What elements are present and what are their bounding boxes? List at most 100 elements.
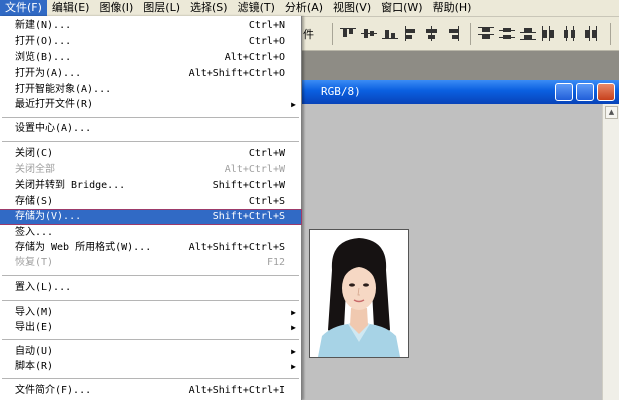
file-menu-dropdown: 新建(N)... Ctrl+N 打开(O)... Ctrl+O 浏览(B)...… (0, 16, 302, 400)
portrait-photo (309, 229, 409, 358)
menu-item-open-recent[interactable]: 最近打开文件(R) ▶ (0, 99, 301, 111)
menu-view[interactable]: 视图(V) (328, 0, 376, 16)
menu-item-label: 关闭全部 (15, 164, 55, 175)
menu-separator (2, 378, 299, 379)
distribute-bottom-icon[interactable] (520, 26, 536, 41)
menu-item-close-and-go-to-bridge[interactable]: 关闭并转到 Bridge... Shift+Ctrl+W (0, 180, 301, 192)
submenu-arrow-icon: ▶ (291, 100, 296, 109)
menu-item-label: 脚本(R) (15, 361, 54, 372)
menu-item-scripts[interactable]: 脚本(R) ▶ (0, 361, 301, 373)
align-left-edges-icon[interactable] (403, 26, 419, 41)
menu-item-label: 恢复(T) (15, 257, 54, 268)
menu-item-automate[interactable]: 自动(U) ▶ (0, 346, 301, 358)
distribute-right-icon[interactable] (583, 26, 599, 41)
menu-item-revert: 恢复(T) F12 (0, 257, 301, 269)
menu-item-label: 存储(S) (15, 196, 54, 207)
distribute-horizontal-centers-icon[interactable] (562, 26, 578, 41)
distribute-vertical-centers-icon[interactable] (499, 26, 515, 41)
align-right-edges-icon[interactable] (445, 26, 461, 41)
distribute-top-icon[interactable] (478, 26, 494, 41)
menu-item-label: 导入(M) (15, 307, 54, 318)
menu-item-open-as[interactable]: 打开为(A)... Alt+Shift+Ctrl+O (0, 68, 301, 80)
menu-filter[interactable]: 滤镜(T) (233, 0, 280, 16)
menu-item-settings-center[interactable]: 设置中心(A)... (0, 123, 301, 135)
submenu-arrow-icon: ▶ (291, 347, 296, 356)
menu-item-shortcut: Alt+Shift+Ctrl+I (188, 385, 285, 396)
toolbar-separator (332, 23, 333, 45)
menu-item-shortcut: Alt+Ctrl+W (224, 164, 285, 175)
document-title-bar[interactable]: RGB/8) _ □ ✕ (301, 80, 619, 104)
align-bottom-edges-icon[interactable] (382, 26, 398, 41)
menu-item-label: 浏览(B)... (15, 52, 72, 63)
distribute-left-icon[interactable] (541, 26, 557, 41)
submenu-arrow-icon: ▶ (291, 323, 296, 332)
menu-item-place[interactable]: 置入(L)... (0, 282, 301, 294)
menu-file[interactable]: 文件(F) (0, 0, 47, 16)
menu-item-export[interactable]: 导出(E) ▶ (0, 322, 301, 334)
menu-item-shortcut: Ctrl+N (248, 20, 285, 31)
menu-item-file-info[interactable]: 文件简介(F)... Alt+Shift+Ctrl+I (0, 385, 301, 397)
menu-item-shortcut: Ctrl+S (248, 196, 285, 207)
menu-item-shortcut: Ctrl+O (248, 36, 285, 47)
menu-item-save-for-web[interactable]: 存储为 Web 所用格式(W)... Alt+Shift+Ctrl+S (0, 242, 301, 254)
menu-item-check-in[interactable]: 签入... (0, 227, 301, 239)
align-horizontal-centers-icon[interactable] (424, 26, 440, 41)
menu-separator (2, 339, 299, 340)
menu-layer[interactable]: 图层(L) (138, 0, 185, 16)
menu-item-label: 存储为 Web 所用格式(W)... (15, 242, 152, 253)
menu-separator (2, 141, 299, 142)
menu-item-label: 置入(L)... (15, 282, 72, 293)
menu-item-save[interactable]: 存储(S) Ctrl+S (0, 196, 301, 208)
menu-item-label: 关闭(C) (15, 148, 54, 159)
submenu-arrow-icon: ▶ (291, 362, 296, 371)
menu-item-close-all: 关闭全部 Alt+Ctrl+W (0, 164, 301, 176)
distribute-buttons-group (478, 26, 599, 41)
menu-item-shortcut: Alt+Ctrl+O (224, 52, 285, 63)
menu-item-label: 签入... (15, 227, 54, 238)
menu-select[interactable]: 选择(S) (185, 0, 233, 16)
scroll-up-arrow-icon[interactable]: ▲ (605, 106, 618, 119)
toolbar-separator (610, 23, 611, 45)
menu-item-label: 打开(O)... (15, 36, 72, 47)
menu-item-label: 文件简介(F)... (15, 385, 92, 396)
menu-item-label: 新建(N)... (15, 20, 72, 31)
menu-item-shortcut: Alt+Shift+Ctrl+O (188, 68, 285, 79)
menu-item-open[interactable]: 打开(O)... Ctrl+O (0, 36, 301, 48)
menu-item-label: 最近打开文件(R) (15, 99, 94, 110)
menu-separator (2, 275, 299, 276)
menu-item-shortcut: F12 (266, 257, 285, 268)
menu-analysis[interactable]: 分析(A) (280, 0, 328, 16)
menu-window[interactable]: 窗口(W) (376, 0, 427, 16)
menu-item-label: 导出(E) (15, 322, 54, 333)
menu-item-shortcut: Ctrl+W (248, 148, 285, 159)
menu-item-shortcut: Shift+Ctrl+S (212, 211, 285, 222)
align-vertical-centers-icon[interactable] (361, 26, 377, 41)
menu-item-label: 关闭并转到 Bridge... (15, 180, 126, 191)
menu-item-save-as[interactable]: 存储为(V)... Shift+Ctrl+S (0, 209, 302, 225)
menu-item-open-smart-object[interactable]: 打开智能对象(A)... (0, 84, 301, 96)
minimize-button[interactable]: _ (555, 83, 582, 101)
menu-help[interactable]: 帮助(H) (428, 0, 477, 16)
menu-item-browse[interactable]: 浏览(B)... Alt+Ctrl+O (0, 52, 301, 64)
align-top-edges-icon[interactable] (340, 26, 356, 41)
vertical-scrollbar[interactable]: ▲ (602, 104, 619, 400)
menu-item-label: 打开为(A)... (15, 68, 82, 79)
menu-item-label: 存储为(V)... (15, 211, 82, 222)
portrait-image (310, 230, 408, 357)
options-bar-fragment: 件 (303, 28, 314, 41)
menu-image[interactable]: 图像(I) (94, 0, 138, 16)
menu-item-shortcut: Shift+Ctrl+W (212, 180, 285, 191)
menu-separator (2, 300, 299, 301)
menu-bar: 文件(F) 编辑(E) 图像(I) 图层(L) 选择(S) 滤镜(T) 分析(A… (0, 0, 619, 17)
menu-item-label: 自动(U) (15, 346, 54, 357)
menu-item-label: 设置中心(A)... (15, 123, 92, 134)
align-buttons-group (340, 26, 461, 41)
menu-item-label: 打开智能对象(A)... (15, 84, 112, 95)
close-button[interactable]: ✕ (597, 83, 619, 101)
maximize-button[interactable]: □ (576, 83, 607, 101)
menu-item-import[interactable]: 导入(M) ▶ (0, 307, 301, 319)
menu-item-close[interactable]: 关闭(C) Ctrl+W (0, 148, 301, 160)
toolbar-separator (470, 23, 471, 45)
menu-edit[interactable]: 编辑(E) (47, 0, 95, 16)
menu-item-new[interactable]: 新建(N)... Ctrl+N (0, 20, 301, 32)
